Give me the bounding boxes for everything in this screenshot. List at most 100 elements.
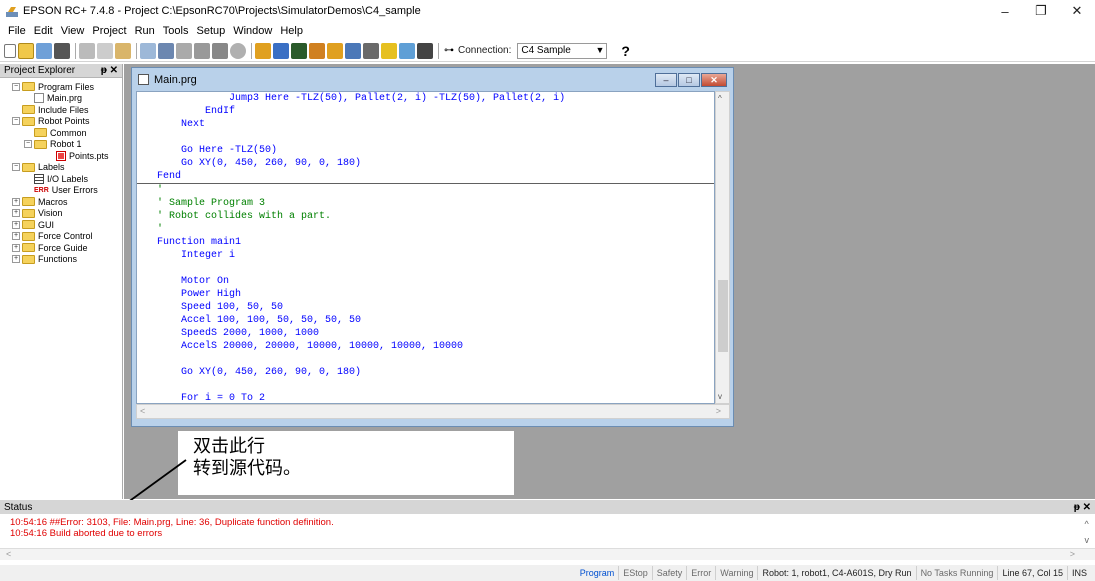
vision-icon[interactable] bbox=[381, 42, 397, 59]
status-error-line[interactable]: 10:54:16 ##Error: 3103, File: Main.prg, … bbox=[0, 514, 1095, 528]
code-line[interactable]: ' Sample Program 3 bbox=[157, 198, 265, 209]
replace-icon[interactable] bbox=[158, 42, 174, 59]
paste-icon[interactable] bbox=[115, 42, 131, 59]
tree-item-robot-1[interactable]: − Robot 1 bbox=[0, 139, 122, 151]
expand-icon[interactable]: + bbox=[12, 209, 20, 218]
menu-window[interactable]: Window bbox=[229, 25, 276, 37]
code-line[interactable]: ' bbox=[157, 185, 163, 196]
status-horizontal-scrollbar[interactable]: < > bbox=[0, 548, 1095, 560]
tree-item-gui[interactable]: + GUI bbox=[0, 219, 122, 231]
scroll-right-icon[interactable]: > bbox=[716, 406, 721, 416]
scroll-thumb[interactable] bbox=[718, 280, 728, 352]
download-icon[interactable] bbox=[327, 42, 343, 59]
help-button[interactable]: ? bbox=[621, 43, 630, 59]
scroll-left-icon[interactable]: < bbox=[6, 549, 11, 559]
tree-item-force-control[interactable]: + Force Control bbox=[0, 231, 122, 243]
outdent-icon[interactable] bbox=[194, 42, 210, 59]
restore-button[interactable]: ❐ bbox=[1023, 0, 1059, 22]
code-line[interactable]: Next bbox=[157, 119, 205, 130]
status-vertical-scrollbar[interactable]: ^ v bbox=[1085, 516, 1090, 548]
expand-icon[interactable]: + bbox=[12, 255, 20, 264]
expand-icon[interactable]: + bbox=[12, 220, 20, 229]
code-line[interactable]: For i = 0 To 2 bbox=[157, 393, 265, 403]
tree-item-robot-points[interactable]: − Robot Points bbox=[0, 116, 122, 128]
code-line[interactable]: Go XY(0, 450, 260, 90, 0, 180) bbox=[157, 158, 361, 169]
code-line[interactable]: Jump3 Here -TLZ(50), Pallet(2, i) -TLZ(5… bbox=[157, 93, 565, 104]
code-line[interactable]: Speed 100, 50, 50 bbox=[157, 302, 283, 313]
menu-setup[interactable]: Setup bbox=[192, 25, 229, 37]
menu-view[interactable]: View bbox=[57, 25, 89, 37]
code-line[interactable]: AccelS 20000, 20000, 10000, 10000, 10000… bbox=[157, 341, 463, 352]
menu-help[interactable]: Help bbox=[276, 25, 307, 37]
menu-run[interactable]: Run bbox=[131, 25, 159, 37]
print-icon[interactable] bbox=[54, 42, 70, 59]
code-line[interactable]: Fend bbox=[157, 171, 181, 182]
close-icon[interactable]: ✕ bbox=[1083, 502, 1091, 513]
tree-item-program-files[interactable]: − Program Files bbox=[0, 81, 122, 93]
tree-item-include-files[interactable]: Include Files bbox=[0, 104, 122, 116]
menu-tools[interactable]: Tools bbox=[159, 25, 193, 37]
new-file-icon[interactable] bbox=[4, 43, 16, 58]
close-icon[interactable]: ✕ bbox=[110, 65, 118, 76]
code-line[interactable]: SpeedS 2000, 1000, 1000 bbox=[157, 328, 319, 339]
code-line[interactable]: ' bbox=[157, 224, 163, 235]
scroll-left-icon[interactable]: < bbox=[140, 406, 145, 416]
robot-manager-icon[interactable] bbox=[255, 42, 271, 59]
camera-icon[interactable] bbox=[417, 42, 433, 59]
collapse-icon[interactable]: − bbox=[12, 82, 20, 91]
build-icon[interactable] bbox=[273, 42, 289, 59]
scroll-down-icon[interactable]: v bbox=[1085, 532, 1090, 548]
simulator-icon[interactable] bbox=[309, 42, 325, 59]
editor-title-bar[interactable]: Main.prg bbox=[132, 68, 733, 91]
scroll-up-icon[interactable]: ^ bbox=[718, 94, 722, 103]
scroll-down-icon[interactable]: v bbox=[718, 392, 722, 401]
menu-file[interactable]: File bbox=[4, 25, 30, 37]
tree-item-vision[interactable]: + Vision bbox=[0, 208, 122, 220]
menu-project[interactable]: Project bbox=[88, 25, 130, 37]
minimize-button[interactable]: – bbox=[987, 0, 1023, 22]
scroll-up-icon[interactable]: ^ bbox=[1085, 516, 1090, 532]
tree-item-force-guide[interactable]: + Force Guide bbox=[0, 242, 122, 254]
code-line[interactable]: EndIf bbox=[157, 106, 235, 117]
stop-icon[interactable] bbox=[230, 42, 246, 59]
editor-close-button[interactable]: ✕ bbox=[701, 73, 727, 87]
io-monitor-icon[interactable] bbox=[345, 42, 361, 59]
editor-maximize-button[interactable]: □ bbox=[678, 73, 700, 87]
gui-builder-icon[interactable] bbox=[399, 42, 415, 59]
tree-item-common[interactable]: Common bbox=[0, 127, 122, 139]
expand-icon[interactable]: + bbox=[12, 232, 20, 241]
expand-icon[interactable]: + bbox=[12, 197, 20, 206]
open-folder-icon[interactable] bbox=[18, 42, 34, 59]
tree-item-points-pts[interactable]: Points.pts bbox=[0, 150, 122, 162]
tree-item-labels[interactable]: − Labels bbox=[0, 162, 122, 174]
pin-icon[interactable]: ᵽ bbox=[101, 65, 107, 76]
indent-icon[interactable] bbox=[176, 42, 192, 59]
code-line[interactable]: Accel 100, 100, 50, 50, 50, 50 bbox=[157, 315, 361, 326]
tree-item-macros[interactable]: + Macros bbox=[0, 196, 122, 208]
find-icon[interactable] bbox=[140, 42, 156, 59]
code-line[interactable]: Go Here -TLZ(50) bbox=[157, 145, 277, 156]
open-project-icon[interactable] bbox=[36, 42, 52, 59]
tree-item-user-errors[interactable]: ERR User Errors bbox=[0, 185, 122, 197]
editor-vertical-scrollbar[interactable]: ^ v bbox=[715, 91, 730, 404]
collapse-icon[interactable]: − bbox=[24, 140, 32, 149]
collapse-icon[interactable]: − bbox=[12, 117, 20, 126]
expand-icon[interactable]: + bbox=[12, 243, 20, 252]
scroll-right-icon[interactable]: > bbox=[1070, 549, 1075, 559]
code-line[interactable]: ' Robot collides with a part. bbox=[157, 211, 331, 222]
editor-minimize-button[interactable]: – bbox=[655, 73, 677, 87]
cut-icon[interactable] bbox=[79, 42, 95, 59]
pin-icon[interactable]: ᵽ bbox=[1074, 502, 1080, 513]
close-button[interactable]: ✕ bbox=[1059, 0, 1095, 22]
code-line[interactable]: Power High bbox=[157, 289, 241, 300]
code-line[interactable]: Go XY(0, 450, 260, 90, 0, 180) bbox=[157, 367, 361, 378]
variables-icon[interactable] bbox=[363, 42, 379, 59]
collapse-icon[interactable]: − bbox=[12, 163, 20, 172]
tree-item-main-prg[interactable]: Main.prg bbox=[0, 93, 122, 105]
code-line[interactable]: Motor On bbox=[157, 276, 229, 287]
run-window-icon[interactable] bbox=[291, 42, 307, 59]
list-icon[interactable] bbox=[212, 42, 228, 59]
copy-icon[interactable] bbox=[97, 42, 113, 59]
status-build-aborted-line[interactable]: 10:54:16 Build aborted due to errors bbox=[0, 528, 1095, 539]
editor-horizontal-scrollbar[interactable]: < > bbox=[136, 404, 730, 419]
